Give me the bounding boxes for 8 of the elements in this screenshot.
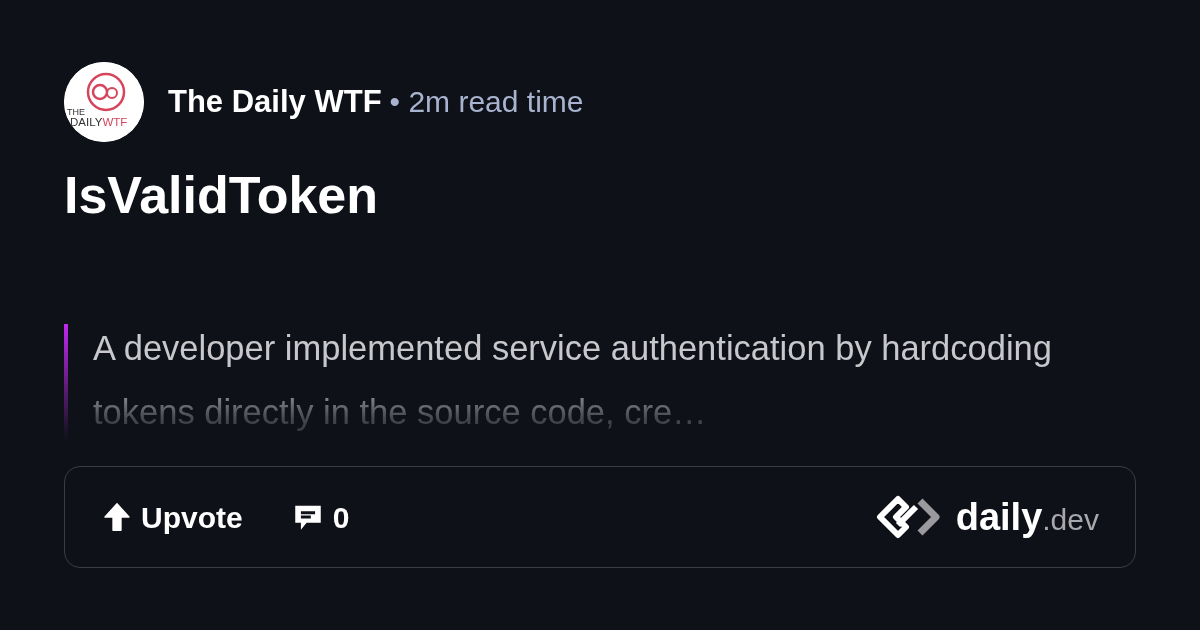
article-title: IsValidToken [64,165,380,226]
source-logo: THE DAILYWTF [64,62,144,142]
upvote-button[interactable]: Upvote [101,494,243,540]
source-name[interactable]: The Daily WTF [168,78,382,126]
article-excerpt: A developer implemented service authentication by hardcoding tokens directly in the source code, cre… [93,328,1053,434]
comments-button[interactable]: 0 [290,494,350,540]
brand-logo-text: daily.dev [955,494,1099,540]
read-time: • 2m read time [389,83,584,120]
